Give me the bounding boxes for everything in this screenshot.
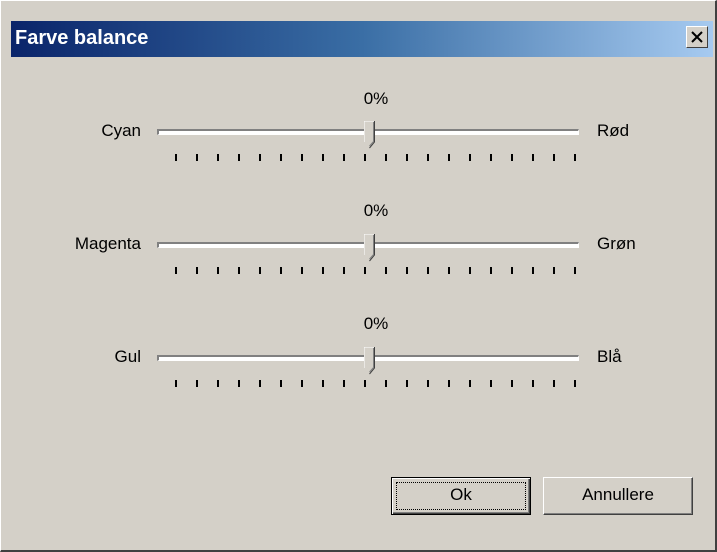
cancel-button-label: Annullere <box>582 485 654 504</box>
magenta-green-slider-thumb[interactable] <box>364 234 375 262</box>
cyan-red-value: 0% <box>363 89 389 108</box>
yellow-blue-slider-thumb[interactable] <box>364 347 375 375</box>
ok-button-label: Ok <box>450 485 472 504</box>
close-button[interactable] <box>686 26 708 48</box>
window-title: Farve balance <box>15 27 149 49</box>
color-balance-dialog: Farve balance 0% Cyan Rød 0% Magenta Grø… <box>0 0 717 552</box>
yellow-label: Gul <box>114 347 141 366</box>
yellow-blue-tick-marks <box>157 380 589 388</box>
cyan-label: Cyan <box>101 121 141 140</box>
red-label: Rød <box>597 121 630 140</box>
ok-button[interactable]: Ok <box>391 477 531 515</box>
cyan-red-tick-marks <box>157 154 589 162</box>
magenta-green-tick-marks <box>157 267 589 275</box>
close-icon <box>691 31 703 43</box>
magenta-green-value: 0% <box>363 201 389 220</box>
cyan-red-slider-thumb[interactable] <box>364 121 375 149</box>
yellow-blue-value: 0% <box>363 314 389 333</box>
dialog-content: 0% Cyan Rød 0% Magenta Grøn 0% Gul Blå O… <box>11 57 713 547</box>
blue-label: Blå <box>597 347 622 366</box>
magenta-label: Magenta <box>74 234 141 253</box>
green-label: Grøn <box>597 234 636 253</box>
cancel-button[interactable]: Annullere <box>543 477 693 515</box>
title-bar[interactable]: Farve balance <box>11 21 713 57</box>
